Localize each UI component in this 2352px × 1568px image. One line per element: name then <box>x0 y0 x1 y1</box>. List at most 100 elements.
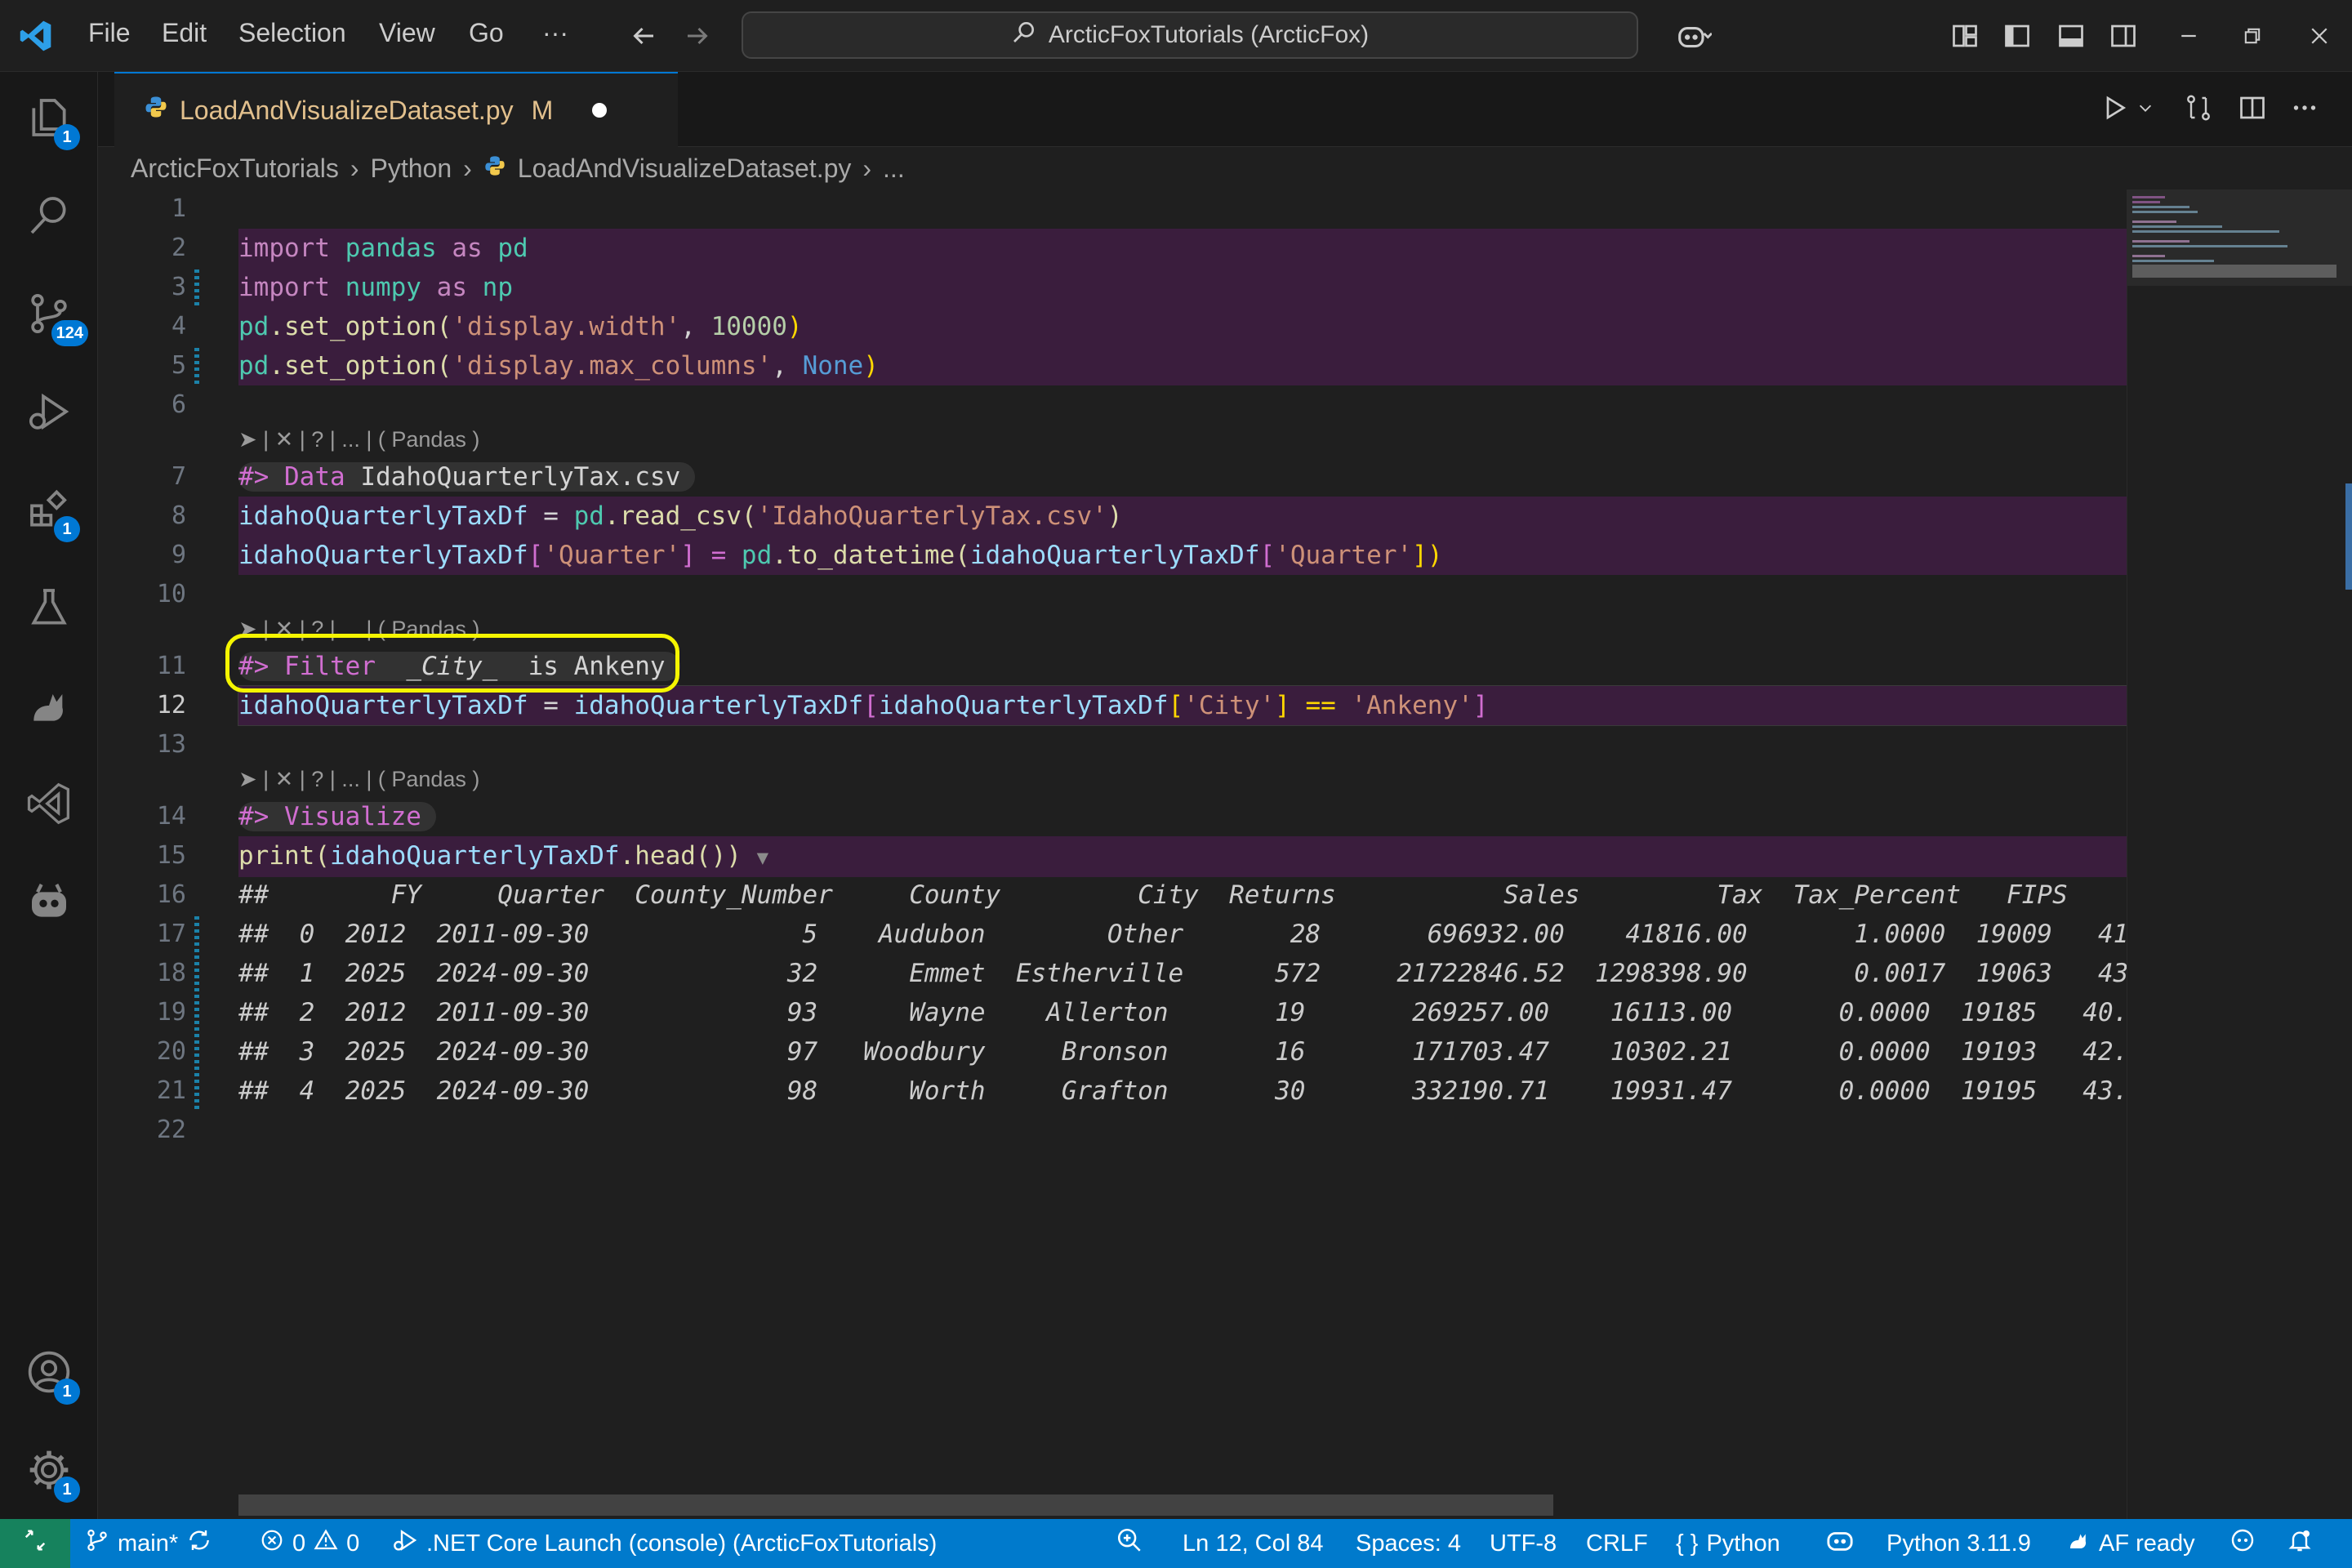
minimap[interactable] <box>2127 189 2352 1519</box>
error-icon <box>260 1528 284 1559</box>
restore-icon[interactable] <box>2233 16 2272 56</box>
debug-launch-status[interactable]: .NET Core Launch (console) (ArcticFoxTut… <box>392 1519 937 1568</box>
toggle-primary-sidebar-icon[interactable] <box>1998 16 2037 56</box>
close-icon[interactable] <box>2300 16 2339 56</box>
extensions-button[interactable]: 1 <box>21 483 80 542</box>
copilot-chat-button[interactable] <box>21 875 77 931</box>
minimize-icon[interactable] <box>2169 16 2208 56</box>
unsaved-dot-icon[interactable] <box>592 103 608 118</box>
breadcrumb: ArcticFoxTutorials › Python › LoadAndVis… <box>131 147 905 189</box>
breadcrumb-symbol[interactable]: ... <box>883 154 905 184</box>
bell-icon <box>2287 1527 2313 1560</box>
line-number: 4 <box>171 312 186 341</box>
testing-button[interactable] <box>21 581 77 637</box>
line-number: 3 <box>171 273 186 301</box>
code-line: 8 idahoQuarterlyTaxDf = pd.read_csv('Ida… <box>98 497 2127 536</box>
command-center-search[interactable]: ArcticFoxTutorials (ArcticFox) <box>742 11 1638 59</box>
explorer-button[interactable]: 1 <box>21 91 80 150</box>
code-line: 4 pd.set_option('display.width', 10000) <box>98 307 2127 346</box>
menu-view[interactable]: View <box>379 18 435 48</box>
branch-status[interactable]: main* <box>85 1519 212 1568</box>
copilot-status[interactable] <box>1824 1519 1855 1568</box>
arcticfox-status[interactable]: AF ready <box>2066 1519 2195 1568</box>
language-mode[interactable]: { } Python <box>1676 1519 1780 1568</box>
horizontal-scrollbar[interactable] <box>238 1494 1553 1516</box>
tab-modified-status: M <box>531 95 554 125</box>
language-label: Python <box>1706 1530 1780 1557</box>
code-line: 10 <box>98 575 2127 614</box>
modified-gutter-marker[interactable] <box>194 348 199 384</box>
output-line: 17 ## 0 2012 2011-09-30 5 Audubon Other … <box>98 915 2144 954</box>
modified-gutter-marker[interactable] <box>194 916 199 952</box>
problems-status[interactable]: 0 0 <box>260 1519 359 1568</box>
cell-codelens[interactable]: ➤ | ✕ | ? | ... | ( Pandas ) <box>238 763 479 795</box>
visual-studio-button[interactable] <box>21 777 77 833</box>
line-number: 8 <box>171 501 186 530</box>
menu-file[interactable]: File <box>88 18 131 48</box>
code-editor[interactable]: 1 2 import pandas as pd 3 import numpy a… <box>98 189 2144 1519</box>
source-control-button[interactable]: 124 <box>21 287 88 346</box>
menu-edit[interactable]: Edit <box>162 18 207 48</box>
eol-status[interactable]: CRLF <box>1586 1519 1648 1568</box>
cursor-position[interactable]: Ln 12, Col 84 <box>1183 1519 1324 1568</box>
toggle-panel-icon[interactable] <box>2051 16 2091 56</box>
breadcrumb-file[interactable]: LoadAndVisualizeDataset.py <box>518 154 852 184</box>
line-number: 11 <box>156 652 186 680</box>
accounts-button[interactable]: 1 <box>21 1346 80 1405</box>
run-python-file-icon[interactable] <box>2096 88 2135 127</box>
tab-loadandvisualizedataset[interactable]: LoadAndVisualizeDataset.py M <box>114 72 678 147</box>
manage-button[interactable]: 1 <box>21 1444 80 1503</box>
modified-gutter-marker[interactable] <box>194 956 199 991</box>
chevron-right-icon: › <box>862 153 872 183</box>
indentation-status[interactable]: Spaces: 4 <box>1356 1519 1461 1568</box>
modified-gutter-marker[interactable] <box>194 270 199 305</box>
cell-codelens[interactable]: ➤ | ✕ | ? | ... | ( Pandas ) <box>238 423 479 456</box>
modified-gutter-marker[interactable] <box>194 1034 199 1070</box>
code-line: 6 <box>98 385 2127 425</box>
copilot-chat-status[interactable] <box>2230 1519 2256 1568</box>
code-text: pd.set_option('display.max_columns', Non… <box>238 346 2127 385</box>
braces-icon: { } <box>1676 1530 1699 1557</box>
menu-go[interactable]: Go <box>469 18 504 48</box>
activity-bar: 1 124 1 1 1 <box>0 72 98 1519</box>
menu-more[interactable]: ··· <box>542 18 568 48</box>
copilot-icon[interactable] <box>1661 16 1726 56</box>
sync-icon[interactable] <box>186 1527 212 1560</box>
annotation-highlight <box>225 634 679 693</box>
warning-count: 0 <box>346 1530 360 1557</box>
breadcrumb-folder[interactable]: ArcticFoxTutorials <box>131 154 339 184</box>
fold-triangle-icon[interactable]: ▼ <box>757 846 768 869</box>
tab-label: LoadAndVisualizeDataset.py <box>180 95 514 125</box>
vertical-scrollbar[interactable] <box>2345 483 2352 590</box>
toggle-secondary-sidebar-icon[interactable] <box>2104 16 2143 56</box>
modified-gutter-marker[interactable] <box>194 995 199 1031</box>
breadcrumb-subfolder[interactable]: Python <box>371 154 452 184</box>
line-number: 12 <box>156 691 186 719</box>
line-number: 7 <box>171 462 186 491</box>
run-debug-button[interactable] <box>21 385 77 441</box>
output-text: ## 0 2012 2011-09-30 5 Audubon Other 28 … <box>238 920 2144 949</box>
search-icon <box>26 193 72 243</box>
line-number: 9 <box>171 541 186 569</box>
modified-gutter-marker[interactable] <box>194 1073 199 1109</box>
warning-icon <box>314 1528 338 1559</box>
forward-arrow-icon[interactable] <box>678 16 717 56</box>
notifications-status[interactable] <box>2287 1519 2313 1568</box>
back-arrow-icon[interactable] <box>624 16 663 56</box>
compare-changes-icon[interactable] <box>2179 88 2218 127</box>
split-editor-icon[interactable] <box>2233 88 2272 127</box>
code-line: 3 import numpy as np <box>98 268 2127 307</box>
python-interpreter[interactable]: Python 3.11.9 <box>1886 1519 2031 1568</box>
error-count: 0 <box>292 1530 306 1557</box>
arcticfox-button[interactable] <box>21 679 77 735</box>
zoom-status[interactable] <box>1116 1519 1143 1568</box>
output-text: ## 3 2025 2024-09-30 97 Woodbury Bronson… <box>238 1037 2129 1067</box>
customize-layout-icon[interactable] <box>1945 16 1984 56</box>
search-button[interactable] <box>21 189 77 245</box>
more-actions-icon[interactable] <box>2285 88 2324 127</box>
remote-indicator[interactable] <box>0 1519 70 1568</box>
encoding-status[interactable]: UTF-8 <box>1490 1519 1557 1568</box>
explorer-badge: 1 <box>54 124 80 150</box>
menu-selection[interactable]: Selection <box>238 18 346 48</box>
run-dropdown-chevron-icon[interactable] <box>2133 88 2158 127</box>
